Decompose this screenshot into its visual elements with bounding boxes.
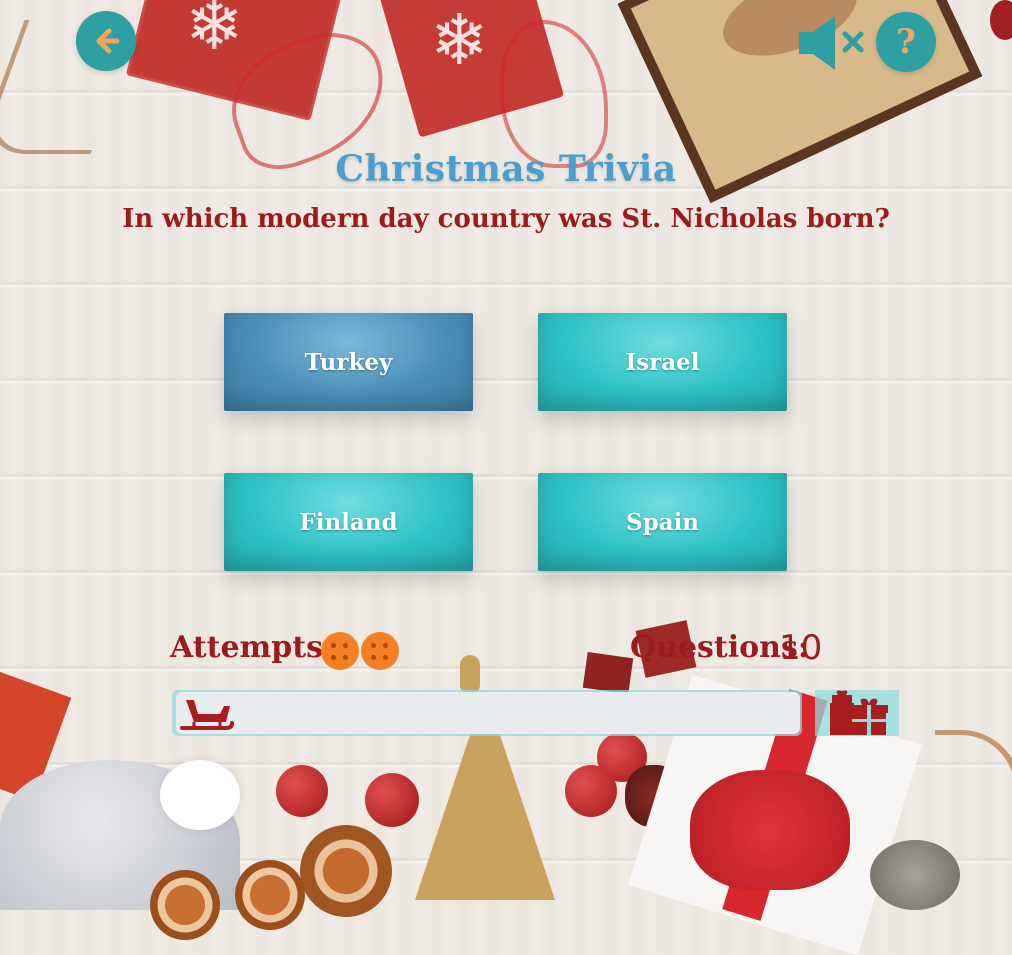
questions-count: 10 (779, 628, 823, 668)
decor-snowflake: ❄ (185, 0, 244, 66)
mute-button[interactable] (797, 14, 869, 72)
sleigh-icon (180, 696, 234, 734)
decor-orange-slice (150, 870, 220, 940)
attempt-life-icon (321, 632, 359, 670)
arrow-left-icon (96, 28, 120, 54)
decor-snowflake: ❄ (430, 0, 489, 81)
decor-tree-top (460, 655, 480, 695)
back-button[interactable] (76, 11, 136, 71)
answer-button-israel[interactable]: Israel (538, 313, 787, 411)
decor-orange-slice (300, 825, 392, 917)
question-mark-icon: ? (896, 22, 916, 62)
progress-bar (172, 690, 802, 736)
answer-button-finland[interactable]: Finland (224, 473, 473, 571)
decor-orange-slice (235, 860, 305, 930)
game-title: Christmas Trivia (335, 148, 677, 190)
decor-ornament (276, 765, 328, 817)
decor-antler (935, 730, 1012, 865)
attempts-label: Attempts: (170, 630, 335, 665)
decor-berry (990, 0, 1012, 40)
decor-ribbon (500, 20, 608, 168)
decor-pompom (160, 760, 240, 830)
attempt-life-icon (361, 632, 399, 670)
decor-small-gift (582, 651, 634, 695)
progress-track (176, 692, 800, 734)
gifts-icon (828, 689, 888, 737)
help-button[interactable]: ? (876, 12, 936, 72)
answer-button-spain[interactable]: Spain (538, 473, 787, 571)
decor-ornament (365, 773, 419, 827)
question-text: In which modern day country was St. Nich… (122, 204, 890, 234)
volume-mute-icon (799, 16, 864, 70)
decor-red-bow (690, 770, 850, 890)
answer-button-turkey[interactable]: Turkey (224, 313, 473, 411)
